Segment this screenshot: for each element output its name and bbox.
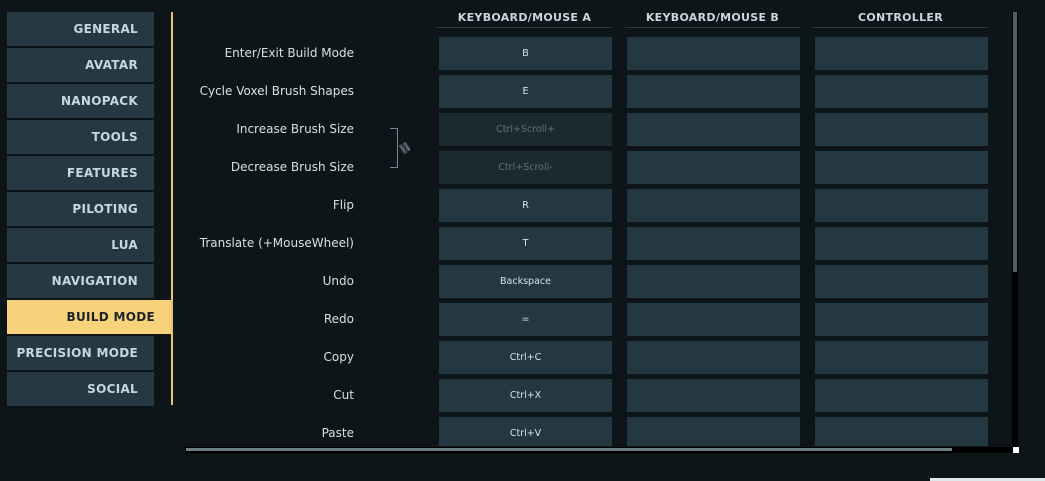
binding-slot-controller[interactable] <box>815 37 988 70</box>
sidebar-item-tools[interactable]: TOOLS <box>7 120 154 154</box>
sidebar-item-lua[interactable]: LUA <box>7 228 154 262</box>
horizontal-scrollbar-thumb[interactable] <box>186 448 952 451</box>
action-label: Redo <box>323 312 354 326</box>
binding-slot-a[interactable]: B <box>439 37 612 70</box>
binding-slot-controller[interactable] <box>815 189 988 222</box>
action-label: Undo <box>322 274 354 288</box>
binding-slot-controller[interactable] <box>815 265 988 298</box>
sidebar-item-nanopack[interactable]: NANOPACK <box>7 84 154 118</box>
binding-slot-a[interactable]: Ctrl+Scroll- <box>439 151 612 184</box>
binding-slot-controller[interactable] <box>815 151 988 184</box>
link-icon[interactable]: ⛓ <box>397 140 414 156</box>
sidebar-item-general[interactable]: GENERAL <box>7 12 154 46</box>
binding-slot-b[interactable] <box>627 265 800 298</box>
column-header-keyboard-mouse-b: KEYBOARD/MOUSE B <box>625 11 800 28</box>
sidebar-item-piloting[interactable]: PILOTING <box>7 192 154 226</box>
sidebar-item-navigation[interactable]: NAVIGATION <box>7 264 154 298</box>
action-label: Cut <box>333 388 354 402</box>
sidebar-item-social[interactable]: SOCIAL <box>7 372 154 406</box>
binding-slot-b[interactable] <box>627 189 800 222</box>
binding-slot-b[interactable] <box>627 417 800 446</box>
sidebar-item-precision-mode[interactable]: PRECISION MODE <box>7 336 154 370</box>
binding-slot-a[interactable]: Ctrl+X <box>439 379 612 412</box>
column-header-controller: CONTROLLER <box>813 11 988 28</box>
binding-slot-controller[interactable] <box>815 113 988 146</box>
binding-slot-b[interactable] <box>627 75 800 108</box>
action-label: Translate (+MouseWheel) <box>199 236 354 250</box>
binding-slot-controller[interactable] <box>815 379 988 412</box>
column-header-keyboard-mouse-a: KEYBOARD/MOUSE A <box>437 11 612 28</box>
binding-slot-controller[interactable] <box>815 341 988 374</box>
action-label: Increase Brush Size <box>236 122 354 136</box>
binding-slot-a[interactable]: Backspace <box>439 265 612 298</box>
sidebar-item-features[interactable]: FEATURES <box>7 156 154 190</box>
action-label: Enter/Exit Build Mode <box>224 46 354 60</box>
action-label: Paste <box>321 426 354 440</box>
sidebar-item-avatar[interactable]: AVATAR <box>7 48 154 82</box>
binding-slot-controller[interactable] <box>815 75 988 108</box>
action-label: Cycle Voxel Brush Shapes <box>199 84 354 98</box>
binding-slot-a[interactable]: T <box>439 227 612 260</box>
binding-slot-b[interactable] <box>627 379 800 412</box>
binding-slot-a[interactable]: Ctrl+V <box>439 417 612 446</box>
binding-slot-b[interactable] <box>627 303 800 336</box>
action-label: Decrease Brush Size <box>230 160 354 174</box>
binding-slot-a[interactable]: E <box>439 75 612 108</box>
binding-slot-b[interactable] <box>627 341 800 374</box>
category-sidebar: GENERAL AVATAR NANOPACK TOOLS FEATURES P… <box>7 12 171 408</box>
binding-slot-b[interactable] <box>627 227 800 260</box>
binding-slot-controller[interactable] <box>815 227 988 260</box>
action-label: Flip <box>332 198 354 212</box>
binding-slot-a[interactable]: R <box>439 189 612 222</box>
binding-slot-a[interactable]: Ctrl+C <box>439 341 612 374</box>
binding-slot-controller[interactable] <box>815 417 988 446</box>
binding-slot-a[interactable]: Ctrl+Scroll+ <box>439 113 612 146</box>
scrollbar-corner <box>1013 447 1019 453</box>
binding-slot-b[interactable] <box>627 113 800 146</box>
binding-slot-b[interactable] <box>627 37 800 70</box>
action-label: Copy <box>323 350 354 364</box>
vertical-scrollbar-thumb[interactable] <box>1013 12 1017 272</box>
binding-slot-a[interactable]: = <box>439 303 612 336</box>
binding-slot-controller[interactable] <box>815 303 988 336</box>
binding-slot-b[interactable] <box>627 151 800 184</box>
